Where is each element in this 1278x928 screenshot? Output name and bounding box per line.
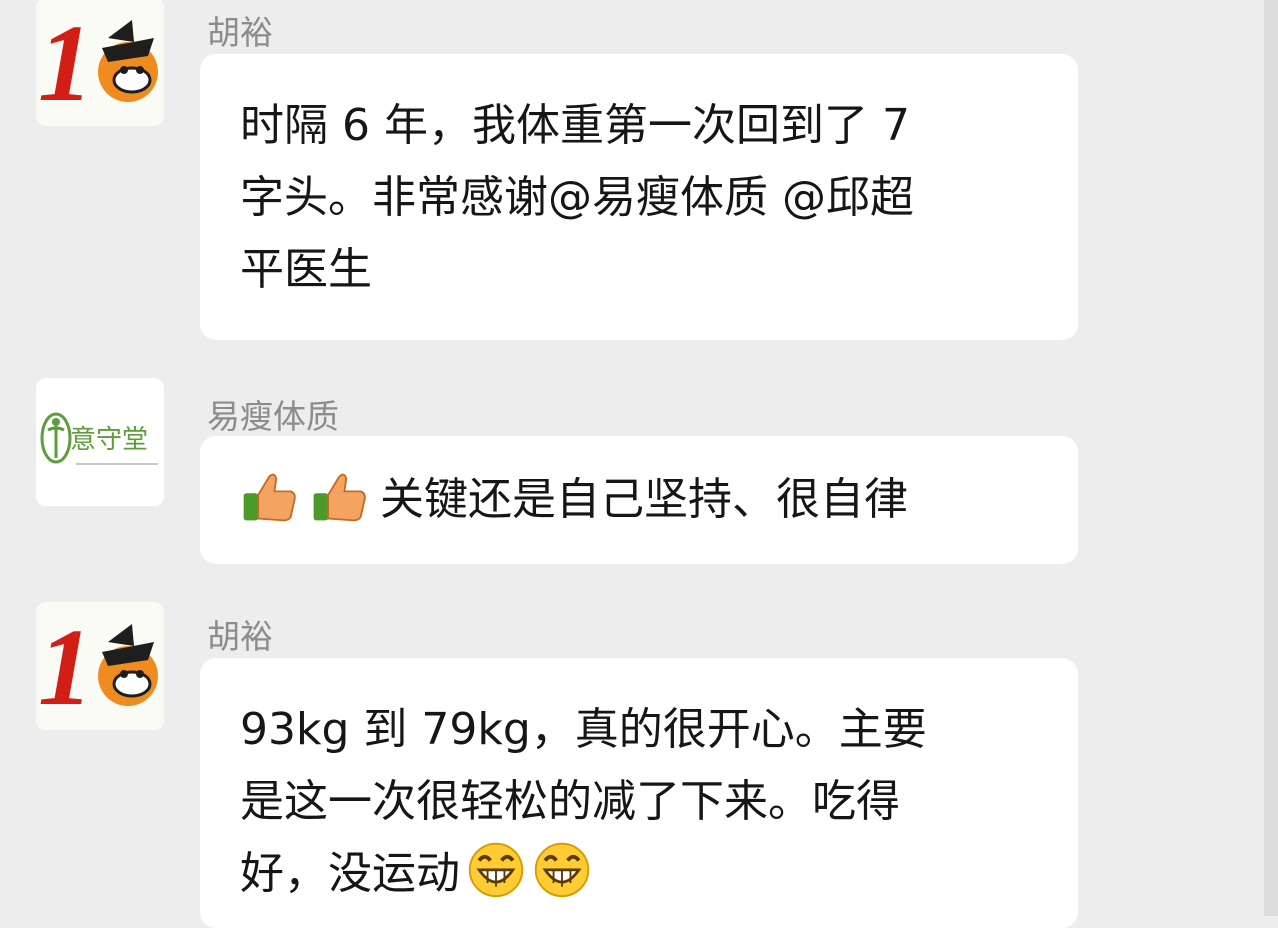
cartoon-avatar-icon: 1 (38, 606, 158, 728)
avatar-glyph: 1 (38, 606, 93, 728)
chat-message: 1 胡裕 93kg 到 79kg，真的很开心。主要 是这一次很轻松的减了下来。吃… (0, 0, 1278, 928)
grinning-face-icon (468, 842, 524, 898)
message-bubble[interactable]: 93kg 到 79kg，真的很开心。主要 是这一次很轻松的减了下来。吃得 好，没… (200, 658, 1078, 928)
message-text: 好，没运动 (240, 848, 460, 899)
sender-name: 胡裕 (207, 617, 273, 656)
message-line: 93kg 到 79kg，真的很开心。主要 (240, 704, 927, 755)
avatar[interactable]: 1 (36, 602, 164, 730)
message-line: 好，没运动 (240, 838, 1038, 910)
grinning-face-icon (534, 842, 590, 898)
message-line: 是这一次很轻松的减了下来。吃得 (240, 776, 900, 827)
